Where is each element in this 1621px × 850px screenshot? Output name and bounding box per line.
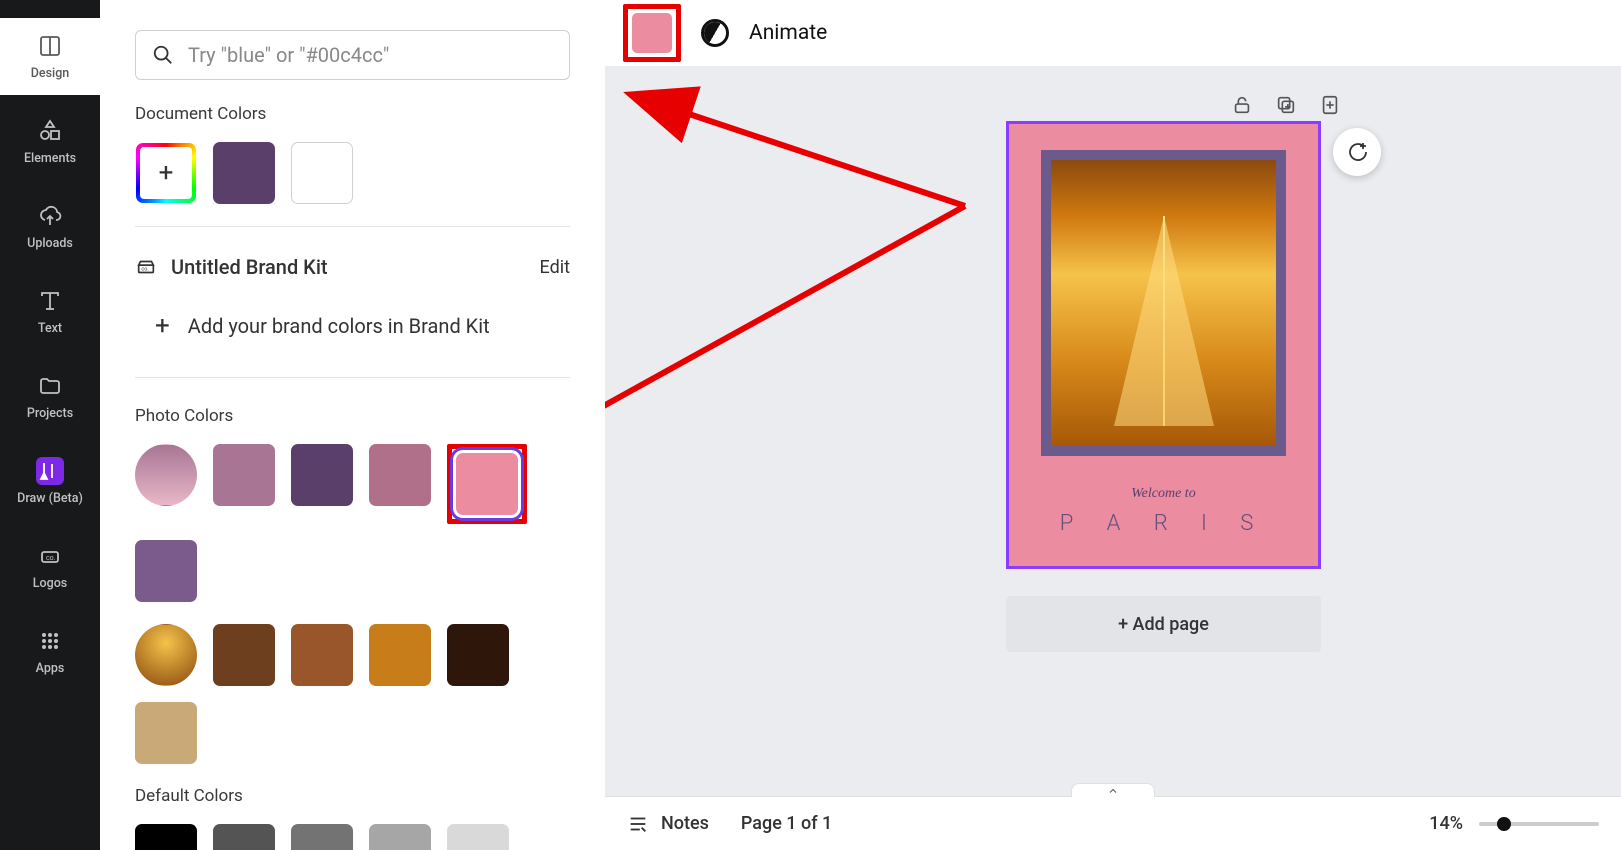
bottom-bar: Notes Page 1 of 1 14% xyxy=(605,796,1621,850)
doc-color-swatch[interactable] xyxy=(213,142,275,204)
sidebar-logos[interactable]: co. Logos xyxy=(0,528,100,605)
doc-colors-row: + xyxy=(135,142,570,204)
add-page-button[interactable]: + Add page xyxy=(1006,596,1321,652)
search-icon xyxy=(152,44,174,66)
sidebar-draw[interactable]: Draw (Beta) xyxy=(0,443,100,520)
sidebar-label: Draw (Beta) xyxy=(17,491,83,506)
sidebar-apps[interactable]: Apps xyxy=(0,613,100,690)
color-search-input[interactable] xyxy=(188,43,553,67)
eiffel-photo[interactable] xyxy=(1051,160,1276,446)
doc-color-swatch[interactable] xyxy=(291,142,353,204)
photo-color-swatch[interactable] xyxy=(291,624,353,686)
sidebar-projects[interactable]: Projects xyxy=(0,358,100,435)
left-sidebar: Design Elements Uploads Text Projects Dr… xyxy=(0,0,100,850)
add-page-icon[interactable] xyxy=(1319,94,1341,116)
sidebar-label: Logos xyxy=(33,576,67,591)
divider xyxy=(135,226,570,227)
animate-button[interactable]: Animate xyxy=(749,21,827,45)
lock-icon[interactable] xyxy=(1231,94,1253,116)
brand-kit-title: Untitled Brand Kit xyxy=(171,255,328,279)
zoom-controls: 14% xyxy=(1429,813,1599,834)
plus-icon: + xyxy=(155,311,170,341)
collapse-tab[interactable] xyxy=(1071,783,1155,797)
photo-color-source[interactable] xyxy=(135,444,197,506)
photo-color-source[interactable] xyxy=(135,624,197,686)
default-color-swatch[interactable] xyxy=(447,824,509,850)
doc-colors-title: Document Colors xyxy=(135,104,570,124)
photo-color-swatch-selected[interactable] xyxy=(456,453,518,515)
brand-kit-icon: co. xyxy=(135,256,157,278)
annotation-highlight xyxy=(623,4,681,62)
projects-icon xyxy=(36,372,64,400)
elements-icon xyxy=(36,117,64,145)
duplicate-icon[interactable] xyxy=(1275,94,1297,116)
color-search[interactable] xyxy=(135,30,570,80)
brand-kit-edit[interactable]: Edit xyxy=(540,257,570,278)
brand-kit-header: co. Untitled Brand Kit Edit xyxy=(135,255,570,279)
zoom-slider[interactable] xyxy=(1479,822,1599,826)
logos-icon: co. xyxy=(36,542,64,570)
photo-color-swatch[interactable] xyxy=(213,444,275,506)
sidebar-design[interactable]: Design xyxy=(0,18,100,95)
page-indicator[interactable]: Page 1 of 1 xyxy=(741,813,832,834)
notes-button[interactable]: Notes xyxy=(627,813,709,835)
sidebar-label: Design xyxy=(31,66,70,81)
transparency-button[interactable] xyxy=(701,19,729,47)
page-tools xyxy=(1231,94,1341,116)
default-color-swatch[interactable] xyxy=(135,824,197,850)
add-brand-text: Add your brand colors in Brand Kit xyxy=(188,314,490,338)
photo-colors-row1 xyxy=(135,444,570,602)
canvas-area: Animate Welcome to P A R I S + Add page xyxy=(605,0,1621,850)
photo-color-swatch[interactable] xyxy=(447,624,509,686)
text-icon xyxy=(36,287,64,315)
sidebar-label: Text xyxy=(38,321,62,336)
photo-color-swatch[interactable] xyxy=(135,540,197,602)
sidebar-label: Elements xyxy=(24,151,76,166)
default-color-swatch[interactable] xyxy=(291,824,353,850)
default-colors-row1 xyxy=(135,824,570,850)
photo-frame xyxy=(1041,150,1286,456)
draw-icon xyxy=(36,457,64,485)
svg-text:co.: co. xyxy=(141,267,148,273)
add-brand-colors[interactable]: + Add your brand colors in Brand Kit xyxy=(135,305,570,369)
sidebar-label: Projects xyxy=(27,406,73,421)
comment-button[interactable] xyxy=(1333,128,1381,176)
apps-icon xyxy=(36,627,64,655)
svg-text:co.: co. xyxy=(46,554,56,562)
uploads-icon xyxy=(36,202,64,230)
notes-label: Notes xyxy=(661,813,709,834)
sidebar-elements[interactable]: Elements xyxy=(0,103,100,180)
sidebar-text[interactable]: Text xyxy=(0,273,100,350)
photo-color-swatch[interactable] xyxy=(135,702,197,764)
default-color-swatch[interactable] xyxy=(369,824,431,850)
zoom-percent[interactable]: 14% xyxy=(1429,813,1463,834)
sidebar-label: Uploads xyxy=(27,236,73,251)
photo-color-swatch[interactable] xyxy=(369,624,431,686)
paris-text[interactable]: P A R I S xyxy=(1009,511,1318,536)
photo-color-swatch[interactable] xyxy=(369,444,431,506)
photo-colors-row2 xyxy=(135,624,570,764)
design-icon xyxy=(36,32,64,60)
add-color-swatch[interactable]: + xyxy=(135,142,197,204)
annotation-highlight xyxy=(447,444,527,524)
color-panel: Document Colors + co. Untitled Brand Kit… xyxy=(100,0,605,850)
sidebar-uploads[interactable]: Uploads xyxy=(0,188,100,265)
canvas-toolbar: Animate xyxy=(605,0,1621,66)
divider xyxy=(135,377,570,378)
default-colors-title: Default Colors xyxy=(135,786,570,806)
default-color-swatch[interactable] xyxy=(213,824,275,850)
photo-color-swatch[interactable] xyxy=(291,444,353,506)
photo-colors-title: Photo Colors xyxy=(135,406,570,426)
notes-icon xyxy=(627,813,649,835)
sidebar-label: Apps xyxy=(36,661,65,676)
photo-color-swatch[interactable] xyxy=(213,624,275,686)
element-color-button[interactable] xyxy=(632,13,672,53)
welcome-text[interactable]: Welcome to xyxy=(1009,486,1318,502)
design-page[interactable]: Welcome to P A R I S xyxy=(1006,121,1321,569)
canvas[interactable]: Welcome to P A R I S + Add page xyxy=(605,66,1621,796)
